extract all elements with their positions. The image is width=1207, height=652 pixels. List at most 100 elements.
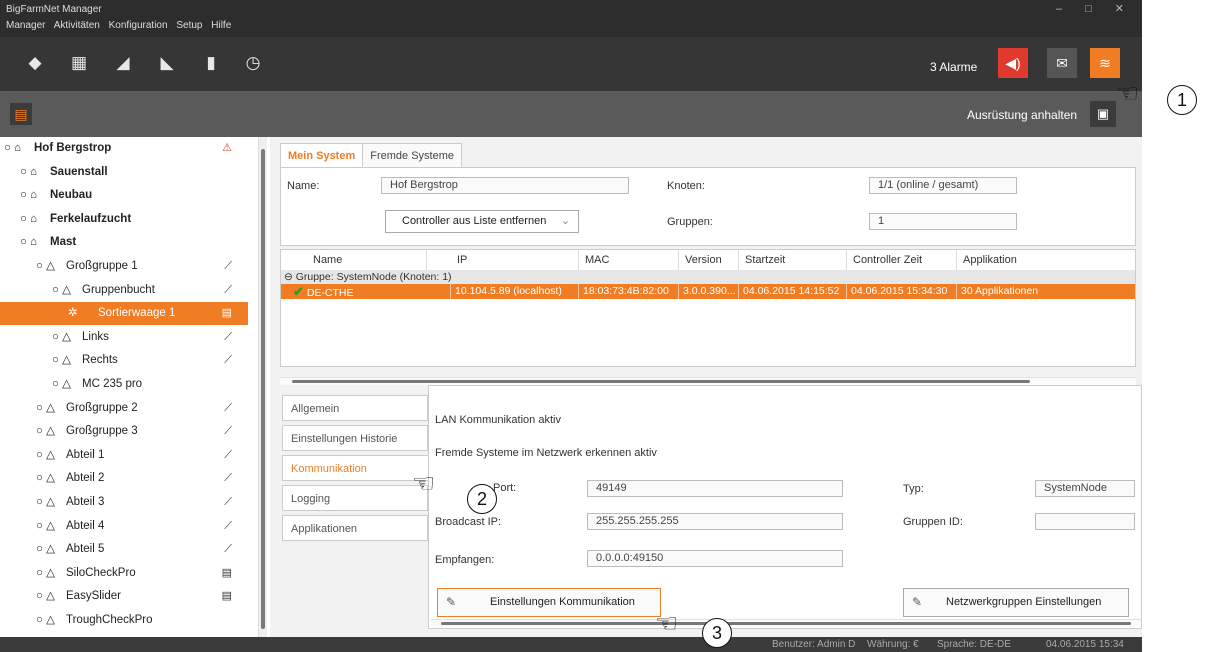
expand-icon[interactable]: ○ △	[36, 491, 55, 514]
tree-item[interactable]: ○ △ Abteil 3 ⟋	[0, 491, 248, 514]
feed-icon: ⟋	[224, 401, 232, 414]
table-row[interactable]: ✔ DE-CTHE 10.104.5.89 (localhost) 18:03:…	[281, 284, 1135, 299]
tree-item[interactable]: ○ △ Abteil 5 ⟋	[0, 538, 248, 561]
einstellungen-kommunikation-button[interactable]: ✎ Einstellungen Kommunikation	[437, 588, 661, 617]
side-tab-einstellungen-historie[interactable]: Einstellungen Historie	[282, 425, 428, 451]
tree-item[interactable]: ○ ⌂ Sauenstall	[0, 161, 248, 184]
tree-item[interactable]: ○ △ Links ⟋	[0, 326, 248, 349]
expand-icon[interactable]: ○ △	[36, 515, 55, 538]
menu-setup[interactable]: Setup	[176, 20, 202, 31]
halt-equipment-button[interactable]: ▣	[1090, 101, 1116, 127]
col-applikation[interactable]: Applikation	[957, 250, 1135, 270]
feed-icon: ⟋	[224, 354, 232, 367]
gruppen-id-field[interactable]	[1035, 513, 1135, 530]
expand-icon[interactable]: ○ ⌂	[20, 161, 37, 184]
tree-item[interactable]: ○ △ MC 235 pro	[0, 373, 248, 396]
expand-icon[interactable]: ○ △	[36, 538, 55, 561]
tree-item-label: Links	[82, 330, 109, 343]
feed-out-icon[interactable]: ◣	[152, 48, 182, 78]
silo-icon[interactable]: ▮	[196, 48, 226, 78]
sub-toolbar: ▤ Ausrüstung anhalten ▣	[0, 91, 1142, 137]
expand-icon[interactable]: ○ △	[36, 562, 55, 585]
expand-icon[interactable]: ○ △	[52, 279, 71, 302]
tab-fremde-systeme[interactable]: Fremde Systeme	[362, 143, 462, 167]
port-field[interactable]: 49149	[587, 480, 843, 497]
tree-item[interactable]: ○ ⌂ Neubau	[0, 184, 248, 207]
tree-item[interactable]: ○ ⌂ Mast	[0, 231, 248, 254]
tree-item[interactable]: ○ △ Abteil 4 ⟋	[0, 515, 248, 538]
expand-icon[interactable]: ○ △	[36, 420, 55, 443]
feed-icon: ⟋	[224, 448, 232, 461]
tab-mein-system[interactable]: Mein System	[280, 143, 364, 167]
col-ip[interactable]: IP	[451, 250, 579, 270]
expand-icon[interactable]: ○ △	[36, 444, 55, 467]
col-version[interactable]: Version	[679, 250, 739, 270]
side-tab-allgemein[interactable]: Allgemein	[282, 395, 428, 421]
message-button[interactable]: ✉	[1047, 48, 1077, 78]
alarm-count: 3 Alarme	[930, 60, 978, 74]
main-panel: Mein System Fremde Systeme Name: Hof Berg…	[270, 137, 1142, 637]
network-button[interactable]: ≋	[1090, 48, 1120, 78]
broadcast-field[interactable]: 255.255.255.255	[587, 513, 843, 530]
expand-icon[interactable]: ○ △	[52, 373, 71, 396]
mail-icon: ✉	[1056, 55, 1068, 71]
col-startzeit[interactable]: Startzeit	[739, 250, 847, 270]
alarm-sound-button[interactable]: ◀)	[998, 48, 1028, 78]
side-tab-logging[interactable]: Logging	[282, 485, 428, 511]
tree-item-label: Abteil 1	[66, 448, 105, 461]
detail-scrollbar[interactable]	[431, 619, 1141, 627]
expand-icon[interactable]: ○ △	[36, 609, 55, 632]
tree-item[interactable]: ○ △ Gruppenbucht ⟋	[0, 279, 248, 302]
tree-item[interactable]: ○ △ Großgruppe 2 ⟋	[0, 397, 248, 420]
tree-item[interactable]: ○ △ SiloCheckPro ▤	[0, 562, 248, 585]
tree-item-label: MC 235 pro	[82, 378, 143, 390]
menu-hilfe[interactable]: Hilfe	[211, 20, 231, 31]
col-name[interactable]: Name	[307, 250, 427, 270]
menu-konfiguration[interactable]: Konfiguration	[109, 20, 168, 31]
cube-icon[interactable]: ◆	[20, 48, 50, 78]
netzwerkgruppen-einstellungen-button[interactable]: ✎ Netzwerkgruppen Einstellungen	[903, 588, 1129, 617]
expand-icon[interactable]: ○ ⌂	[20, 208, 37, 231]
group-row[interactable]: ⊖ Gruppe: SystemNode (Knoten: 1)	[281, 270, 1135, 284]
grid-scrollbar[interactable]	[280, 377, 1136, 385]
grid-icon[interactable]: ▦	[64, 48, 94, 78]
tree-item[interactable]: ✲ Sortierwaage 1 ▤	[0, 302, 248, 326]
controller-dropdown[interactable]: Controller aus Liste entfernen ⌄	[385, 210, 579, 233]
feed-icon: ⟋	[224, 330, 232, 343]
tree-item[interactable]: ○ ⌂ Hof Bergstrop ⚠	[0, 137, 248, 160]
tree-item[interactable]: ○ △ Großgruppe 3 ⟋	[0, 420, 248, 443]
timer-icon[interactable]: ◷	[238, 48, 268, 78]
menu-aktivitaeten[interactable]: Aktivitäten	[54, 20, 100, 31]
side-tab-kommunikation[interactable]: Kommunikation	[282, 455, 430, 481]
col-mac[interactable]: MAC	[579, 250, 679, 270]
expand-icon[interactable]: ○ ⌂	[20, 231, 37, 254]
tree-item[interactable]: ○ △ Abteil 2 ⟋	[0, 467, 248, 490]
expand-icon[interactable]: ○ △	[36, 585, 55, 608]
port-label: Port:	[493, 482, 517, 494]
empfangen-field[interactable]: 0.0.0.0:49150	[587, 550, 843, 567]
tree-item[interactable]: ○ △ TroughCheckPro	[0, 609, 248, 632]
tree-item[interactable]: ○ △ Abteil 1 ⟋	[0, 444, 248, 467]
expand-icon[interactable]: ○ △	[36, 397, 55, 420]
window-controls[interactable]: – □ ✕	[1056, 2, 1134, 15]
expand-icon[interactable]: ○ △	[36, 255, 55, 278]
feed-icon: ⟋	[224, 496, 232, 508]
tree-item[interactable]: ○ ⌂ Ferkelaufzucht	[0, 208, 248, 231]
tree-item[interactable]: ○ △ Großgruppe 1 ⟋	[0, 255, 248, 278]
expand-icon[interactable]: ○ △	[52, 326, 71, 349]
menu-manager[interactable]: Manager	[6, 20, 45, 31]
expand-icon[interactable]: ✲	[68, 302, 78, 325]
layout-icon[interactable]: ▤	[10, 103, 32, 125]
tree-scrollbar[interactable]	[258, 137, 267, 637]
side-tab-applikationen[interactable]: Applikationen	[282, 515, 428, 541]
name-field[interactable]: Hof Bergstrop	[381, 177, 629, 194]
tree-item[interactable]: ○ △ EasySlider ▤	[0, 585, 248, 608]
expand-icon[interactable]: ○ △	[52, 349, 71, 372]
tree-item[interactable]: ○ △ Rechts ⟋	[0, 349, 248, 372]
feed-in-icon[interactable]: ◢	[108, 48, 138, 78]
expand-icon[interactable]: ○ △	[36, 467, 55, 490]
tree-item-label: Mast	[50, 236, 77, 249]
col-controller-zeit[interactable]: Controller Zeit	[847, 250, 957, 270]
expand-icon[interactable]: ○ ⌂	[4, 137, 21, 160]
expand-icon[interactable]: ○ ⌂	[20, 184, 37, 207]
